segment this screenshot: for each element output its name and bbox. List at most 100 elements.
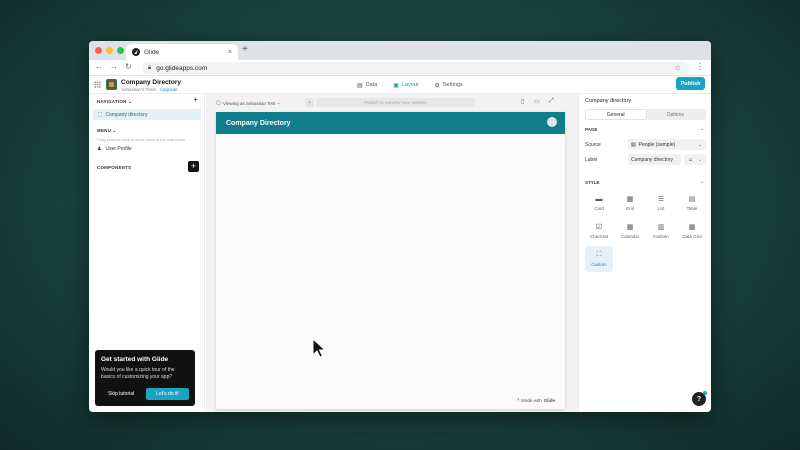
apps-grid-icon[interactable] <box>94 81 101 88</box>
source-label: Source <box>585 142 601 148</box>
url-field[interactable]: 🔒︎ go.glideapps.com ☆ <box>142 62 689 74</box>
tab-options[interactable]: Options <box>646 110 706 119</box>
bookmark-star-icon[interactable]: ☆ <box>675 64 681 72</box>
team-line: Sebastian's Team · Upgrade <box>121 87 178 92</box>
person-icon: ♟ <box>97 146 102 152</box>
window-controls <box>95 47 124 54</box>
style-grid[interactable]: ▦ Grid <box>616 190 644 216</box>
app-name: Company Directory <box>121 79 181 86</box>
navigation-heading[interactable]: NAVIGATION ⌄ <box>97 99 132 105</box>
preview-back-button[interactable]: ‹ <box>305 98 314 107</box>
calendar-icon: ▦ <box>626 224 634 231</box>
preview-screen-title: Company Directory <box>226 119 291 127</box>
minimize-window-button[interactable] <box>106 47 113 54</box>
layout-icon: ▣ <box>393 82 399 89</box>
style-card[interactable]: ▬ Card <box>585 190 613 216</box>
source-select[interactable]: ▤ People (sample) ⌄ <box>628 139 706 150</box>
browser-tab[interactable]: Glide × <box>126 44 238 60</box>
browser-menu-icon[interactable]: ⋮ <box>696 62 704 71</box>
preview-toolbar: ◯ Viewing as Sebastian Test ⌄ ‹ Publish … <box>216 97 564 109</box>
skip-tutorial-button[interactable]: Skip tutorial <box>108 391 134 397</box>
style-label: Kanban <box>653 234 669 239</box>
forward-arrow-icon[interactable]: → <box>110 62 118 71</box>
menu-heading-text: MENU <box>97 128 112 133</box>
app-icon[interactable] <box>106 79 117 90</box>
tab-settings-label: Settings <box>442 82 463 88</box>
style-kanban[interactable]: ▥ Kanban <box>647 218 675 244</box>
left-panel: NAVIGATION ⌄ + ⛶ Company directory MENU … <box>89 94 205 412</box>
style-label: Checklist <box>589 234 609 239</box>
sidebar-item-company-directory[interactable]: ⛶ Company directory <box>93 109 201 120</box>
tab-close-icon[interactable]: × <box>228 49 232 56</box>
viewing-as-selector[interactable]: ◯ Viewing as Sebastian Test ⌄ <box>216 100 280 106</box>
style-custom[interactable]: ⛶ Custom <box>585 246 613 272</box>
label-icon-picker[interactable]: ☺ ⌄ <box>684 154 706 165</box>
url-text: go.glideapps.com <box>156 64 208 72</box>
new-tab-button[interactable]: + <box>242 44 248 55</box>
add-navigation-button[interactable]: + <box>193 95 198 104</box>
app-preview[interactable]: Company Directory ⚡︎ Made with Glide <box>216 112 565 409</box>
checklist-icon: ☑ <box>595 224 603 231</box>
style-list[interactable]: ☰ List <box>647 190 675 216</box>
label-field[interactable]: Company directory <box>628 154 681 165</box>
tab-data[interactable]: ▤ Data <box>349 76 385 94</box>
menu-heading[interactable]: MENU ⌄ <box>97 128 117 134</box>
tour-title: Get started with Glide <box>101 356 169 363</box>
editor-tabs: ▤ Data ▣ Layout ⚙ Settings <box>349 76 471 94</box>
chevron-down-icon: ⌄ <box>697 156 702 163</box>
tour-description: Would you like a quick tour of the basic… <box>101 367 175 381</box>
custom-layout-icon: ⛶ <box>596 251 602 258</box>
start-tour-button[interactable]: Let's do it! <box>146 388 189 400</box>
address-bar: ← → ↻ 🔒︎ go.glideapps.com ☆ ⋮ <box>89 60 711 76</box>
component-title: Company directory <box>585 98 632 104</box>
team-name: Sebastian's Team <box>121 87 157 92</box>
publish-button[interactable]: Publish <box>676 77 705 90</box>
style-checklist[interactable]: ☑ Checklist <box>585 218 613 244</box>
navigation-heading-text: NAVIGATION <box>97 99 127 104</box>
tablet-device-icon[interactable]: ▭ <box>534 98 540 105</box>
editor-main: NAVIGATION ⌄ + ⛶ Company directory MENU … <box>89 94 711 412</box>
style-label: Calendar <box>620 234 640 239</box>
add-component-button[interactable]: + <box>188 161 199 172</box>
help-button[interactable]: ? <box>692 391 707 406</box>
tab-title: Glide <box>144 48 160 56</box>
style-label: Custom <box>591 262 607 267</box>
tab-general[interactable]: General <box>586 110 646 119</box>
style-label: Data Grid <box>682 234 702 239</box>
phone-device-icon[interactable]: ▯ <box>521 98 524 105</box>
back-arrow-icon[interactable]: ← <box>95 62 103 71</box>
style-section-heading: STYLE <box>585 180 600 185</box>
upgrade-link[interactable]: Upgrade <box>160 87 177 92</box>
style-table[interactable]: ▤ Table <box>678 190 706 216</box>
label-value: Company directory <box>631 156 673 163</box>
chevron-down-icon[interactable]: ⌄ <box>700 179 704 185</box>
app-header: Company Directory Sebastian's Team · Upg… <box>89 76 711 94</box>
close-window-button[interactable] <box>95 47 102 54</box>
viewing-as-text: Viewing as Sebastian Test <box>223 100 276 106</box>
menu-hint: Drag screens here to show them in the si… <box>97 137 186 142</box>
grid-icon: ▦ <box>626 196 634 203</box>
components-heading: COMPONENTS <box>97 165 132 170</box>
table-icon: ▤ <box>688 196 696 203</box>
avatar[interactable] <box>547 117 557 127</box>
tab-layout-label: Layout <box>401 82 419 88</box>
card-icon: ▬ <box>595 195 603 203</box>
lock-icon: 🔒︎ <box>148 64 152 71</box>
style-data-grid[interactable]: ▦ Data Grid <box>678 218 706 244</box>
chevron-down-icon: ⌄ <box>275 100 281 105</box>
expand-icon[interactable]: ⤢ <box>549 98 554 105</box>
tab-settings[interactable]: ⚙ Settings <box>426 76 470 94</box>
tab-layout[interactable]: ▣ Layout <box>385 76 426 94</box>
mouse-cursor-icon <box>312 338 326 358</box>
reload-icon[interactable]: ↻ <box>125 62 132 71</box>
style-label: Table <box>686 206 698 211</box>
made-with-glide[interactable]: ⚡︎ Made with Glide <box>517 397 555 403</box>
maximize-window-button[interactable] <box>117 47 124 54</box>
data-grid-icon: ▦ <box>688 224 696 231</box>
menu-item-user-profile[interactable]: ♟ User Profile <box>97 146 132 152</box>
style-calendar[interactable]: ▦ Calendar <box>616 218 644 244</box>
style-label: Card <box>594 205 604 211</box>
kanban-icon: ▥ <box>657 224 665 231</box>
chevron-down-icon[interactable]: ⌄ <box>700 126 704 132</box>
database-icon: ▤ <box>357 82 363 89</box>
